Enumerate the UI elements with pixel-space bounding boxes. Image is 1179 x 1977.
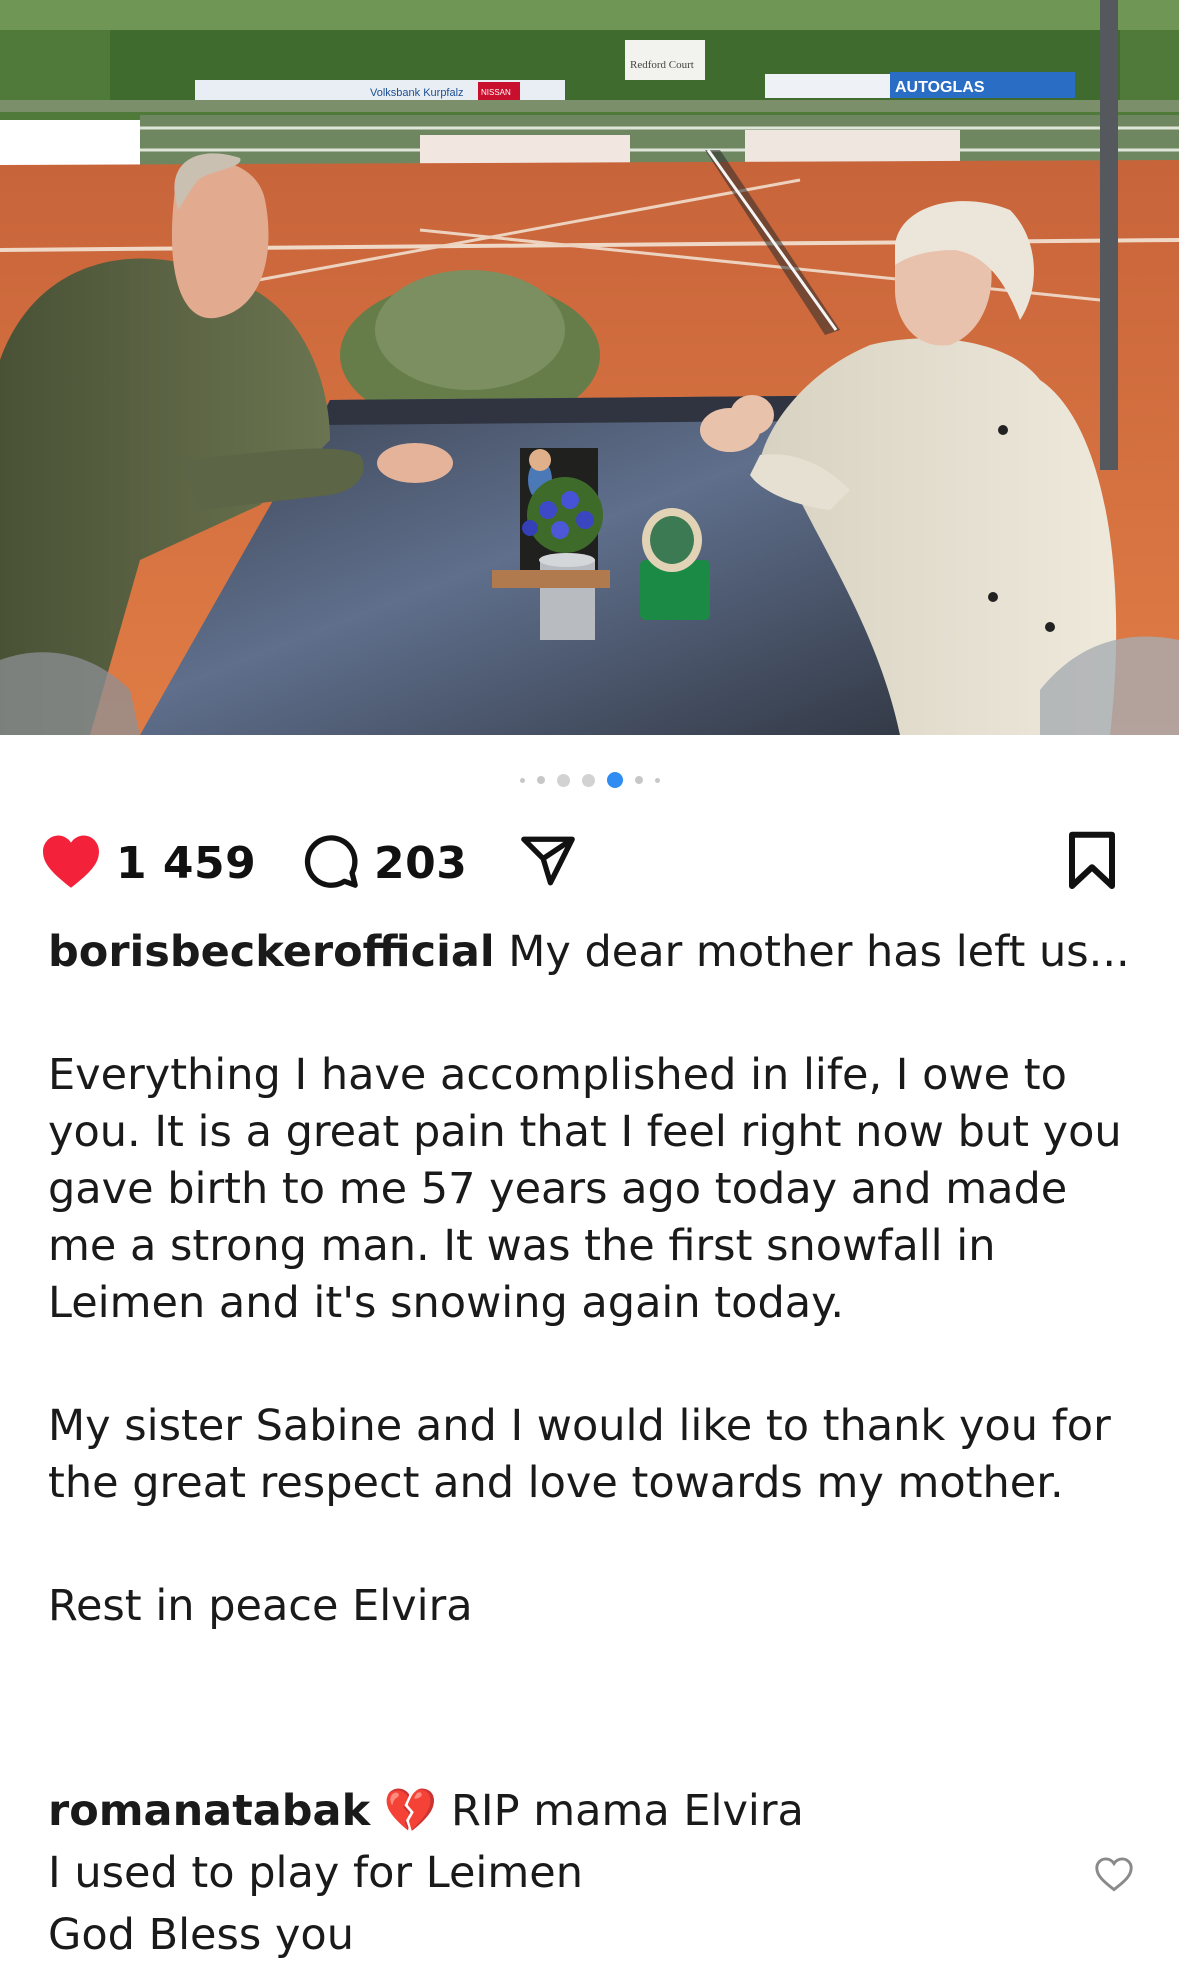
carousel-dot — [536, 776, 545, 784]
banner-text-autoglas: AUTOGLAS — [895, 79, 985, 96]
comment-count: 203 — [374, 837, 468, 889]
comment-like-heart-icon[interactable] — [1094, 1856, 1134, 1896]
caption-paragraph: Everything I have accomplished in life, … — [48, 1050, 1122, 1328]
carousel-indicator — [0, 770, 1179, 790]
comment-username[interactable]: romanatabak — [48, 1786, 370, 1836]
post-caption: borisbeckerofficial My dear mother has l… — [48, 924, 1133, 1635]
carousel-dot — [556, 773, 570, 787]
carousel-dot-active — [606, 772, 623, 788]
post-photo[interactable]: Volksbank Kurpfalz NISSAN Redford Court … — [0, 0, 1179, 735]
heart-filled-icon[interactable] — [40, 833, 102, 893]
comment-button[interactable]: 203 — [302, 828, 467, 898]
carousel-dot — [581, 773, 595, 787]
comment-text-line: RIP mama Elvira — [437, 1786, 804, 1836]
speech-bubble-icon[interactable] — [302, 832, 360, 894]
comment-text-line: I used to play for Leimen — [48, 1848, 583, 1898]
carousel-dot — [519, 777, 525, 783]
post-action-bar: 1 459 203 — [40, 828, 1140, 898]
comment-text-line: God Bless you — [48, 1910, 354, 1960]
paper-plane-icon[interactable] — [518, 832, 578, 894]
caption-first-line: My dear mother has left us... — [494, 927, 1130, 977]
comment-item: romanatabak 💔 RIP mama Elvira I used to … — [48, 1780, 1108, 1966]
save-button[interactable] — [1066, 828, 1118, 898]
like-count: 1 459 — [116, 837, 257, 889]
caption-paragraph: Rest in peace Elvira — [48, 1581, 473, 1631]
broken-heart-emoji: 💔 — [383, 1786, 438, 1836]
share-button[interactable] — [518, 828, 578, 898]
carousel-dot — [634, 776, 643, 784]
caption-username[interactable]: borisbeckerofficial — [48, 927, 495, 977]
banner-text-volksbank: Volksbank Kurpfalz — [370, 87, 464, 99]
bookmark-icon[interactable] — [1066, 831, 1118, 895]
caption-first-paragraph: borisbeckerofficial My dear mother has l… — [48, 924, 1133, 981]
banner-text-redford: Redford Court — [630, 59, 694, 71]
caption-paragraph: My sister Sabine and I would like to tha… — [48, 1401, 1111, 1508]
like-button[interactable]: 1 459 — [40, 828, 256, 898]
carousel-dot — [654, 777, 660, 783]
banner-text-nissan: NISSAN — [481, 88, 511, 97]
